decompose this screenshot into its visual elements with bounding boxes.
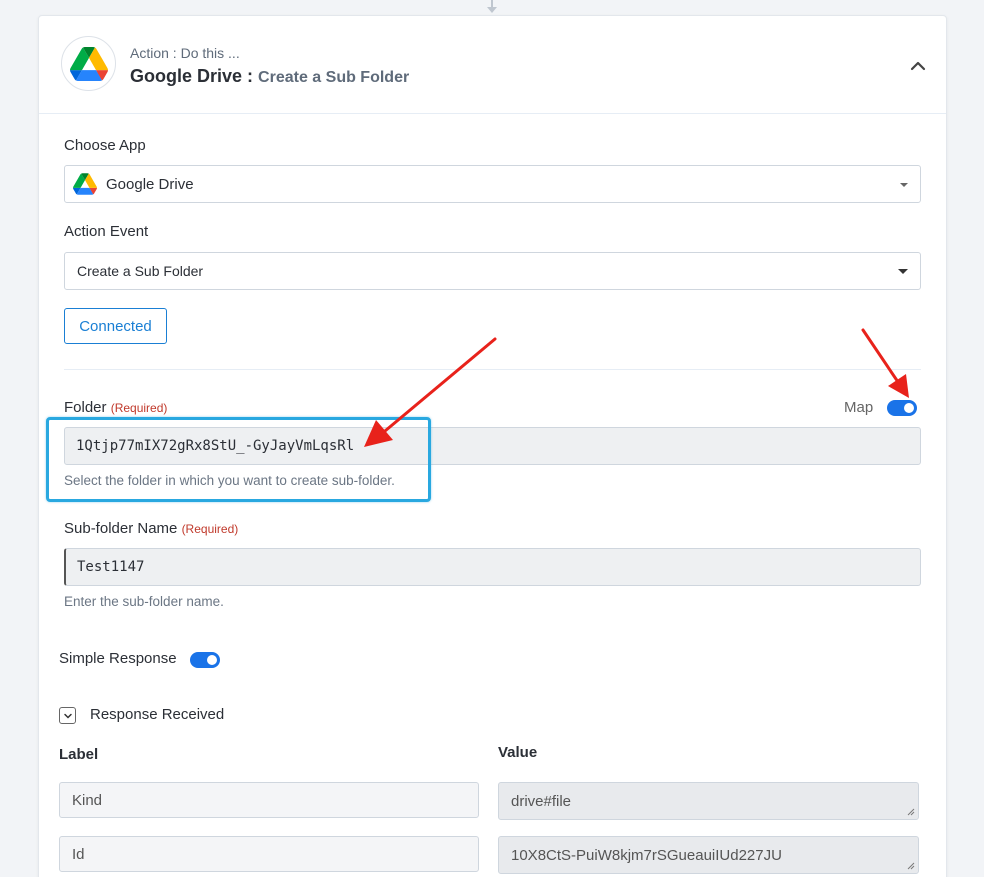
resize-grip-icon[interactable] (907, 808, 915, 816)
map-label: Map (844, 399, 874, 416)
response-received-label: Response Received (90, 706, 225, 723)
folder-label-text: Folder (64, 399, 107, 416)
simple-response-label: Simple Response (59, 650, 177, 667)
subfolder-required-tag: (Required) (181, 522, 239, 536)
section-divider (64, 369, 921, 370)
action-event-value: Create a Sub Folder (77, 263, 204, 279)
folder-map-toggle[interactable] (887, 400, 917, 416)
response-row-label: Id (59, 836, 479, 872)
folder-id-input[interactable]: 1Qtjp77mIX72gRx8StU_-GyJayVmLqsRl (64, 427, 921, 465)
action-app-name: Google Drive : (130, 66, 254, 86)
folder-required-tag: (Required) (110, 401, 168, 415)
dropdown-caret-icon (898, 269, 908, 274)
action-event-label: Action Event (64, 223, 149, 240)
action-event-name: Create a Sub Folder (258, 69, 410, 86)
response-expand-toggle[interactable] (59, 707, 76, 724)
response-row-label: Kind (59, 782, 479, 818)
response-row-value: 10X8CtS-PuiW8kjm7rSGueauiIUd227JU (498, 836, 919, 874)
subfolder-help-text: Enter the sub-folder name. (64, 594, 224, 609)
toggle-knob (207, 655, 217, 665)
action-title: Google Drive : Create a Sub Folder (130, 66, 409, 87)
chevron-up-icon[interactable] (908, 56, 928, 76)
subfolder-label-text: Sub-folder Name (64, 520, 178, 537)
subfolder-label: Sub-folder Name (Required) (64, 520, 238, 537)
resize-grip-icon[interactable] (907, 862, 915, 870)
response-value-column-header: Value (498, 744, 538, 761)
action-step-card: Action : Do this ... Google Drive : Crea… (38, 15, 947, 877)
response-row-value-text: drive#file (511, 792, 572, 810)
action-step-header[interactable]: Action : Do this ... Google Drive : Crea… (39, 16, 946, 114)
simple-response-toggle[interactable] (190, 652, 220, 668)
choose-app-value: Google Drive (106, 175, 194, 193)
action-event-select[interactable]: Create a Sub Folder (64, 252, 921, 290)
dropdown-caret-icon (900, 183, 908, 187)
choose-app-select[interactable]: Google Drive (64, 165, 921, 203)
choose-app-label: Choose App (64, 137, 146, 154)
google-drive-icon (73, 173, 97, 195)
step-connector-arrow-icon (487, 0, 497, 13)
toggle-knob (904, 403, 914, 413)
folder-label: Folder (Required) (64, 399, 167, 416)
response-row-value-text: 10X8CtS-PuiW8kjm7rSGueauiIUd227JU (511, 846, 782, 864)
action-subtitle: Action : Do this ... (130, 45, 240, 61)
google-drive-icon (69, 46, 108, 81)
subfolder-name-input[interactable]: Test1147 (64, 548, 921, 586)
response-row-value: drive#file (498, 782, 919, 820)
google-drive-logo (61, 36, 116, 91)
response-label-column-header: Label (59, 746, 99, 763)
chevron-down-icon (63, 713, 72, 719)
connected-button[interactable]: Connected (64, 308, 167, 344)
folder-help-text: Select the folder in which you want to c… (64, 473, 395, 488)
